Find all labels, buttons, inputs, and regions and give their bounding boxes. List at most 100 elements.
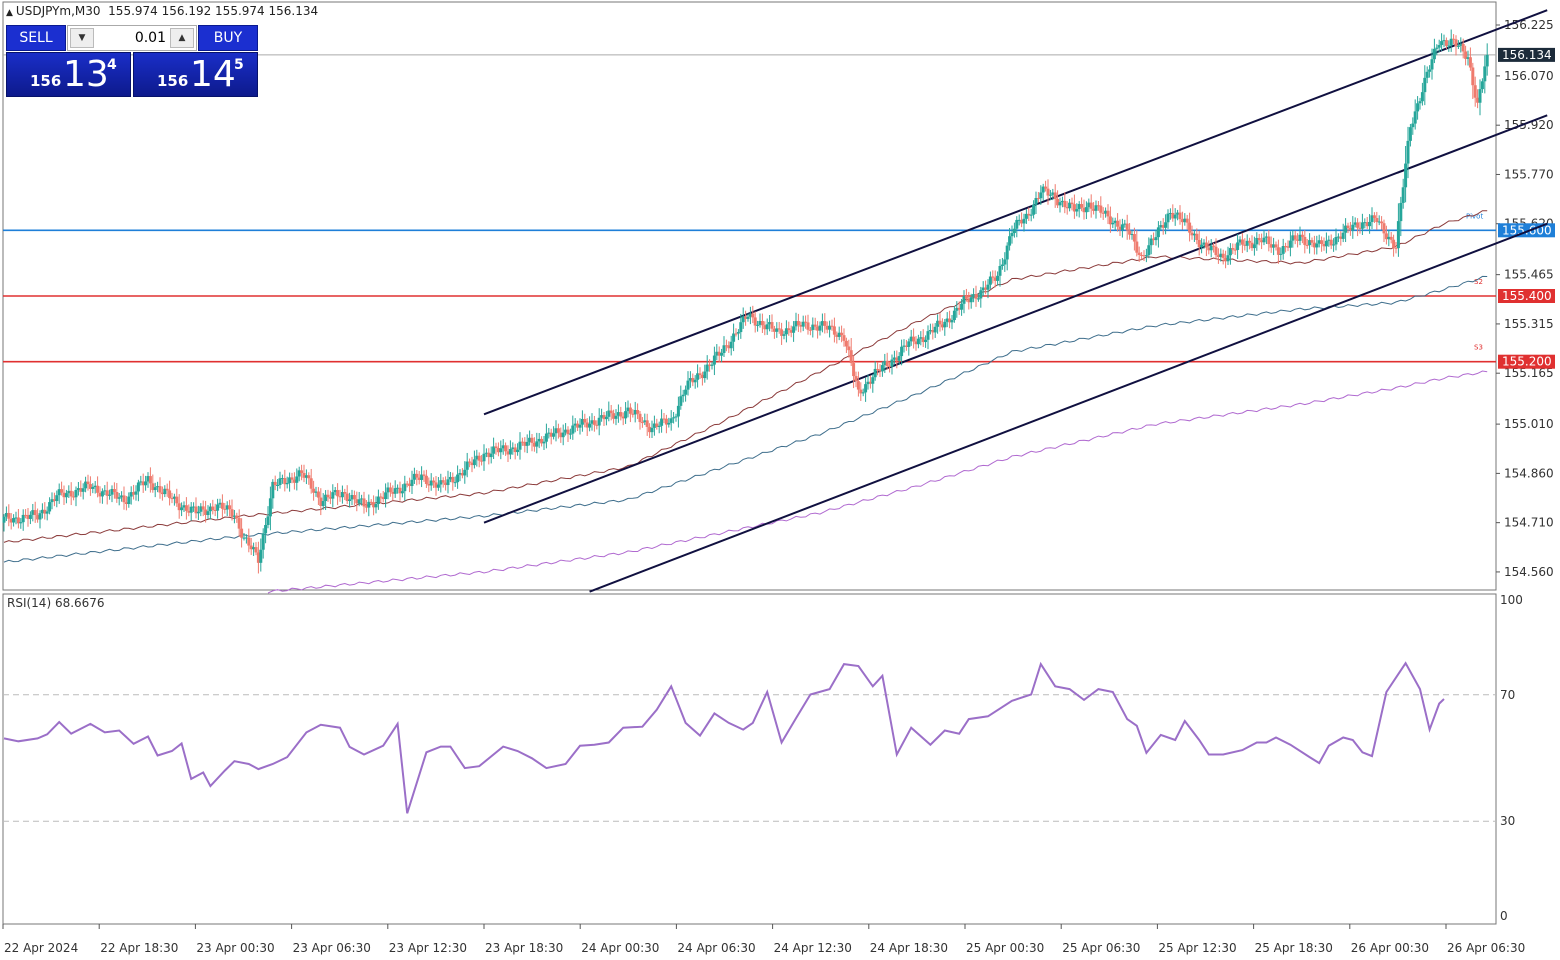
candle-body (1324, 240, 1328, 247)
candle-body (1156, 227, 1160, 238)
candle-body (456, 474, 460, 483)
candle-body (729, 341, 733, 349)
level-tag-s3: S3 (1474, 344, 1483, 352)
candle-body (1262, 237, 1266, 243)
candle-body (168, 490, 172, 499)
candle-body (1185, 218, 1189, 223)
candle-body (295, 476, 299, 483)
candle-body (400, 491, 404, 494)
candle-body (247, 537, 251, 546)
candle-body (1416, 103, 1420, 112)
candle-body (446, 479, 450, 486)
candle-body (1010, 233, 1014, 237)
candle-body (856, 381, 860, 390)
candle-body (849, 350, 853, 364)
time-tick-label: 25 Apr 18:30 (1255, 941, 1333, 955)
sell-button[interactable]: SELL (6, 25, 66, 51)
candle-body (544, 433, 548, 442)
candle-body (852, 363, 856, 377)
buy-price-box[interactable]: 156 14 5 (133, 52, 258, 97)
candle-body (880, 365, 884, 372)
candle-body (1360, 222, 1364, 229)
candle-body (1480, 81, 1484, 90)
candle-body (732, 333, 736, 342)
candle-body (1411, 123, 1415, 128)
candle-body (432, 480, 436, 483)
candle-body (1154, 237, 1158, 241)
price-tick-label: 155.770 (1504, 167, 1554, 181)
candle-body (21, 514, 25, 523)
candle-body (710, 364, 714, 366)
candle-body (100, 491, 104, 497)
level-price-label-s3: 155.200 (1502, 355, 1552, 369)
lot-increase-arrow-icon[interactable]: ▲ (170, 28, 194, 48)
candle-body (285, 482, 289, 485)
lot-decrease-arrow-icon[interactable]: ▼ (70, 28, 94, 48)
candle-body (69, 490, 73, 497)
candle-body (667, 422, 671, 425)
candle-body (144, 481, 148, 486)
candle-body (1315, 243, 1319, 248)
candle-body (578, 424, 582, 428)
candle-body (1111, 222, 1115, 225)
collapse-triangle-icon[interactable]: ▲ (6, 8, 13, 18)
candle-body (650, 427, 654, 433)
candle-body (638, 413, 642, 423)
candle-body (436, 484, 440, 488)
candle-body (566, 429, 570, 435)
candle-body (720, 352, 724, 356)
candle-body (259, 549, 263, 563)
candle-body (117, 497, 121, 499)
price-tick-label: 155.010 (1504, 417, 1554, 431)
time-tick-label: 23 Apr 12:30 (389, 941, 467, 955)
channel-line-1 (483, 9, 1548, 416)
candle-body (912, 336, 916, 342)
candle-body (468, 461, 472, 463)
candle-body (1200, 244, 1204, 248)
one-click-trading-panel: SELL ▼ 0.01 ▲ BUY 156 13 4 156 14 5 (6, 25, 258, 97)
candle-body (907, 341, 911, 347)
time-tick-label: 26 Apr 06:30 (1447, 941, 1525, 955)
candle-body (290, 477, 294, 480)
candle-body (1300, 234, 1304, 237)
candle-body (698, 373, 702, 375)
candle-body (916, 338, 920, 345)
candle-body (1257, 237, 1261, 241)
sell-price-box[interactable]: 156 13 4 (6, 52, 131, 97)
candle-body (823, 321, 827, 326)
candle-body (153, 487, 157, 491)
candle-body (782, 334, 786, 336)
candle-body (1032, 204, 1036, 215)
candle-body (1046, 188, 1050, 196)
candle-body (1144, 255, 1148, 257)
level-tag-pivot: Pivot (1466, 212, 1483, 220)
candle-body (669, 418, 673, 423)
candle-body (336, 490, 340, 497)
candle-body (1221, 253, 1225, 258)
candle-body (619, 412, 623, 417)
candle-body (1478, 89, 1482, 103)
candle-body (1440, 41, 1444, 46)
candle-body (897, 356, 901, 361)
candle-body (1444, 40, 1448, 46)
candle-body (1392, 239, 1396, 248)
lot-size-value[interactable]: 0.01 (135, 30, 166, 46)
candle-body (806, 322, 810, 330)
lot-size-field[interactable]: ▼ 0.01 ▲ (67, 25, 197, 51)
candle-body (81, 488, 85, 492)
candle-body (964, 296, 968, 299)
candle-body (1048, 194, 1052, 196)
buy-button[interactable]: BUY (198, 25, 258, 51)
candle-body (1166, 213, 1170, 223)
candle-body (33, 510, 37, 516)
candle-body (321, 501, 325, 506)
candle-body (1178, 212, 1182, 220)
candle-body (813, 324, 817, 327)
candle-body (900, 346, 904, 357)
candle-body (864, 384, 868, 393)
candle-body (376, 496, 380, 504)
candle-body (645, 420, 649, 427)
chart-canvas[interactable]: 156.225156.070155.920155.770155.620155.4… (0, 0, 1560, 960)
candle-body (1128, 230, 1132, 235)
time-tick-label: 24 Apr 00:30 (581, 941, 659, 955)
